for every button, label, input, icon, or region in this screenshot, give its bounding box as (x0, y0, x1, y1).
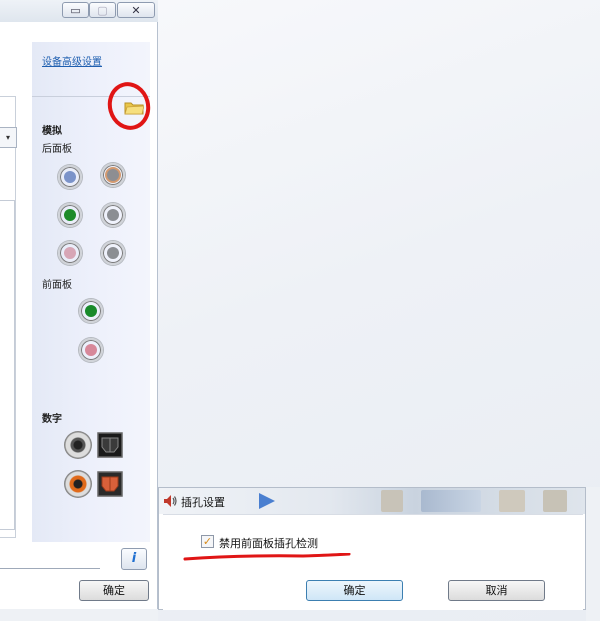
blurred-titlebar-decoration (543, 490, 567, 512)
jack-color (64, 171, 76, 183)
jack-color (64, 209, 76, 221)
close-button[interactable]: ✕ (117, 2, 155, 18)
blurred-titlebar-decoration (499, 490, 525, 512)
analog-section-label: 模拟 (42, 126, 62, 137)
rear-jack-grey-1[interactable] (101, 203, 125, 227)
maximize-button[interactable]: ▢ (89, 2, 116, 18)
jack-color (107, 247, 119, 259)
rear-jack-grey-2[interactable] (101, 241, 125, 265)
jack-color (107, 169, 119, 181)
rear-jack-blue[interactable] (58, 165, 82, 189)
front-jack-pink[interactable] (79, 338, 103, 362)
red-annotation-underline (183, 553, 351, 561)
disable-front-jack-detection-checkbox[interactable]: ✓ (201, 535, 214, 548)
dropdown-arrow-button[interactable]: ▾ (0, 127, 17, 148)
blurred-titlebar-decoration (421, 490, 481, 512)
advanced-settings-link[interactable]: 设备高级设置 (42, 53, 102, 68)
optical-port-black[interactable] (97, 432, 123, 458)
speaker-icon (164, 495, 177, 507)
jack-color (85, 305, 97, 317)
disable-front-jack-detection-label[interactable]: 禁用前面板插孔检测 (219, 535, 318, 551)
content-box (0, 200, 15, 530)
horizontal-separator (0, 568, 100, 569)
rear-jack-orange[interactable] (101, 163, 125, 187)
coax-jack-black[interactable] (64, 431, 92, 459)
digital-section-label: 数字 (42, 414, 62, 425)
jack-color (107, 209, 119, 221)
dialog-ok-button[interactable]: 确定 (306, 580, 403, 601)
background-edge (586, 487, 600, 621)
coax-jack-orange[interactable] (64, 470, 92, 498)
rear-panel-label: 后面板 (42, 144, 72, 155)
minimize-button[interactable]: ▭ (62, 2, 89, 18)
front-panel-label: 前面板 (42, 280, 72, 291)
dialog-titlebar: 插孔设置 (159, 488, 585, 514)
window-titlebar: ▭ ▢ ✕ (0, 0, 158, 22)
rear-jack-pink[interactable] (58, 241, 82, 265)
front-jack-green[interactable] (79, 299, 103, 323)
rear-jack-green[interactable] (58, 203, 82, 227)
main-ok-button[interactable]: 确定 (79, 580, 149, 601)
play-icon (259, 493, 275, 509)
info-button[interactable]: i (121, 548, 147, 570)
dialog-content: ✓ 禁用前面板插孔检测 确定 取消 (163, 514, 583, 610)
jack-color (64, 247, 76, 259)
dialog-cancel-button[interactable]: 取消 (448, 580, 545, 601)
dialog-title: 插孔设置 (181, 496, 225, 509)
sound-manager-window: ▭ ▢ ✕ ▾ 设备高级设置 模拟 后面板 前面板 数字 i 确定 (0, 0, 158, 621)
connector-settings-dialog: 插孔设置 ✓ 禁用前面板插孔检测 确定 取消 (158, 487, 586, 610)
blurred-titlebar-decoration (381, 490, 403, 512)
optical-port-orange[interactable] (97, 471, 123, 497)
window-bottom-edge (0, 609, 158, 621)
jack-color (85, 344, 97, 356)
